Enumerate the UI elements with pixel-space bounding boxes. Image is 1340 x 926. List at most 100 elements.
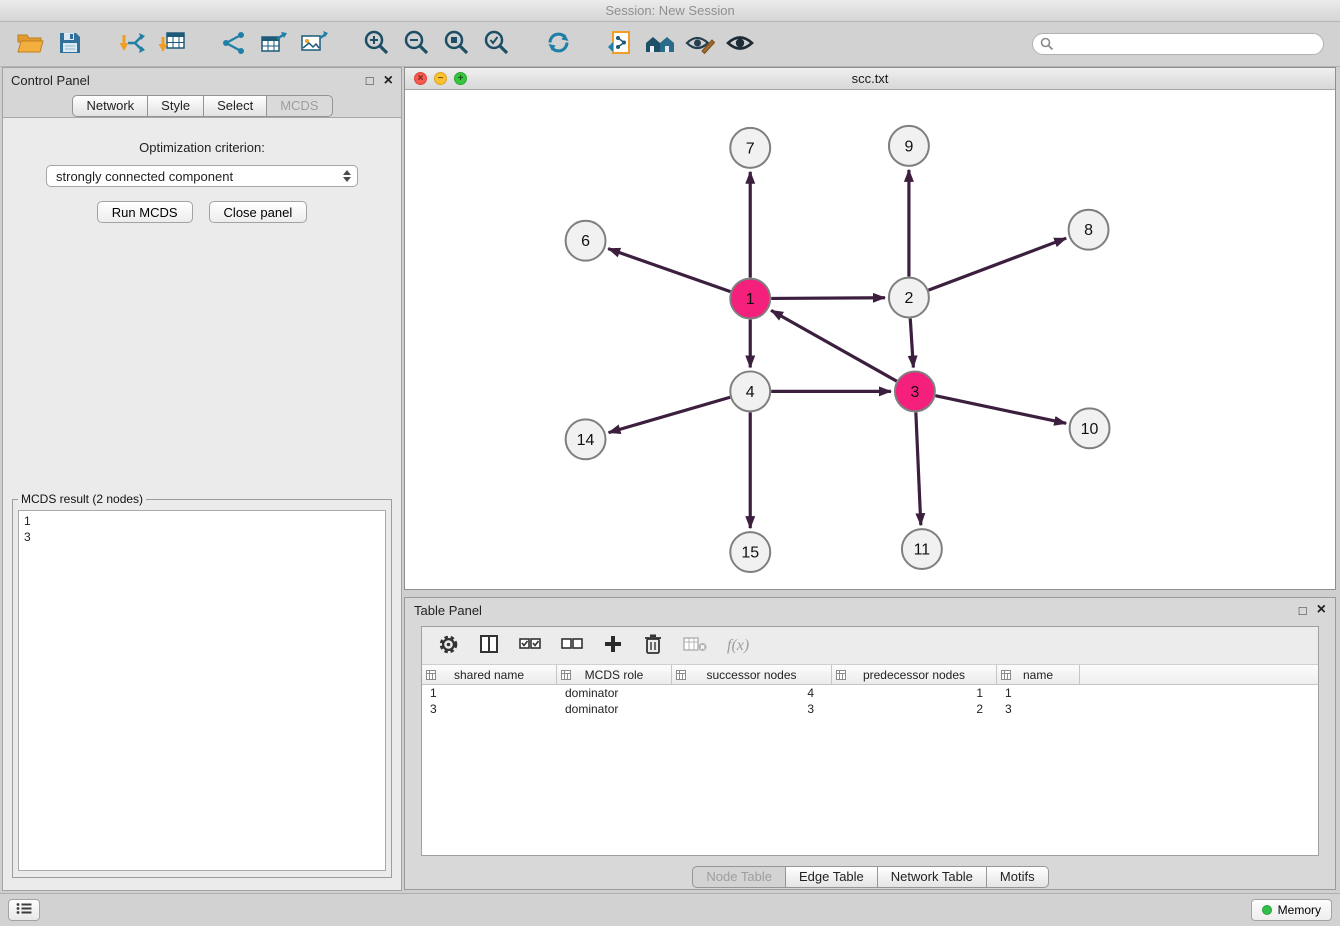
graph-edge-2-8[interactable] (929, 238, 1067, 290)
zoom-selected-button[interactable] (476, 25, 516, 63)
network-graph[interactable]: 7 9 6 8 1 2 4 3 14 10 15 11 (405, 90, 1335, 589)
export-network-button[interactable] (214, 25, 254, 63)
graph-edge-2-3[interactable] (910, 318, 913, 367)
table-panel: Table Panel □ × f(x) shared nameMCDS rol (404, 597, 1336, 890)
graph-node-9[interactable]: 9 (889, 126, 929, 166)
export-table-button[interactable] (254, 25, 294, 63)
zoom-fit-button[interactable] (436, 25, 476, 63)
main-toolbar (0, 22, 1340, 67)
graph-node-4[interactable]: 4 (730, 371, 770, 411)
table-panel-header: Table Panel □ × (405, 598, 1335, 622)
column-header-predecessor-nodes[interactable]: predecessor nodes (832, 665, 997, 684)
unselect-all-columns-button[interactable] (561, 636, 583, 655)
tab-motifs[interactable]: Motifs (986, 866, 1049, 888)
graph-edge-1-6[interactable] (608, 249, 730, 292)
tab-style[interactable]: Style (147, 95, 204, 117)
graph-edge-1-2[interactable] (771, 298, 885, 299)
mcds-result-item[interactable]: 3 (24, 529, 380, 545)
table-cell: dominator (557, 686, 672, 700)
run-mcds-button[interactable]: Run MCDS (97, 201, 193, 223)
save-session-button[interactable] (50, 25, 90, 63)
table-header-row: shared name MCDS role successor nodes prede… (422, 665, 1318, 685)
criterion-select[interactable]: strongly connected component (46, 165, 358, 187)
tab-network[interactable]: Network (72, 95, 148, 117)
checked-boxes-icon (519, 636, 541, 655)
open-session-button[interactable] (10, 25, 50, 63)
image-export-arrow-icon (300, 30, 328, 59)
network-window: × − + scc.txt 7968124314101511 (404, 67, 1336, 590)
table-settings-button[interactable] (438, 634, 459, 658)
graph-node-6[interactable]: 6 (566, 221, 606, 261)
graph-node-11[interactable]: 11 (902, 529, 942, 569)
graph-node-7[interactable]: 7 (730, 128, 770, 168)
panel-menu-button[interactable] (8, 899, 40, 921)
create-column-button[interactable] (603, 634, 623, 657)
column-header-successor-nodes[interactable]: successor nodes (672, 665, 832, 684)
zoom-out-button[interactable] (396, 25, 436, 63)
import-network-button[interactable] (112, 25, 152, 63)
zoom-in-button[interactable] (356, 25, 396, 63)
eye-pencil-icon (685, 31, 715, 58)
graph-node-8[interactable]: 8 (1069, 210, 1109, 250)
first-neighbors-button[interactable] (640, 25, 680, 63)
delete-columns-button[interactable] (643, 633, 663, 658)
memory-status-icon (1262, 905, 1272, 915)
tab-node-table[interactable]: Node Table (692, 866, 786, 888)
function-builder-button: f(x) (727, 637, 749, 655)
select-all-columns-button[interactable] (519, 636, 541, 655)
graph-node-2[interactable]: 2 (889, 278, 929, 318)
graph-node-14[interactable]: 14 (566, 419, 606, 459)
graph-node-1[interactable]: 1 (730, 279, 770, 319)
float-panel-icon[interactable]: □ (366, 74, 374, 87)
tab-edge-table[interactable]: Edge Table (785, 866, 878, 888)
show-columns-button[interactable] (479, 634, 499, 657)
memory-button[interactable]: Memory (1251, 899, 1332, 921)
column-header-shared-name[interactable]: shared name (422, 665, 557, 684)
optimization-criterion-label: Optimization criterion: (3, 140, 401, 155)
network-from-selection-button[interactable] (600, 25, 640, 63)
table-cell: 1 (422, 686, 557, 700)
column-header-label: successor nodes (706, 668, 796, 682)
graph-node-15[interactable]: 15 (730, 532, 770, 572)
tab-mcds[interactable]: MCDS (266, 95, 332, 117)
show-graphics-details-button[interactable] (720, 25, 760, 63)
tab-select[interactable]: Select (203, 95, 267, 117)
column-header-mcds-role[interactable]: MCDS role (557, 665, 672, 684)
float-table-panel-icon[interactable]: □ (1299, 604, 1307, 617)
graph-edge-3-1[interactable] (771, 310, 897, 381)
table-export-arrow-icon (260, 30, 288, 59)
graph-edge-3-10[interactable] (935, 396, 1066, 424)
close-window-button[interactable]: × (414, 72, 427, 85)
minimize-window-button[interactable]: − (434, 72, 447, 85)
column-header-name[interactable]: name (997, 665, 1080, 684)
show-hide-graphics-button[interactable] (680, 25, 720, 63)
column-grid-icon (1001, 669, 1011, 683)
export-image-button[interactable] (294, 25, 334, 63)
svg-text:11: 11 (914, 542, 931, 559)
table-delete-icon (683, 635, 707, 656)
graph-edge-3-11[interactable] (916, 412, 921, 525)
refresh-button[interactable] (538, 25, 578, 63)
network-canvas[interactable]: 7 9 6 8 1 2 4 3 14 10 15 11 (405, 90, 1335, 589)
close-panel-button[interactable]: Close panel (209, 201, 308, 223)
search-input[interactable] (1032, 33, 1324, 55)
mcds-result-item[interactable]: 1 (24, 513, 380, 529)
table-cell: 1 (832, 686, 997, 700)
eye-icon (725, 31, 755, 58)
table-cell: dominator (557, 702, 672, 716)
table-tabs: Node TableEdge TableNetwork TableMotifs (405, 866, 1335, 888)
close-panel-icon[interactable]: × (384, 73, 393, 89)
document-network-icon (607, 30, 633, 59)
close-table-panel-icon[interactable]: × (1317, 602, 1326, 618)
unchecked-boxes-icon (561, 636, 583, 655)
graph-node-3[interactable]: 3 (895, 371, 935, 411)
maximize-window-button[interactable]: + (454, 72, 467, 85)
table-row[interactable]: 1dominator411 (422, 685, 1318, 701)
column-header-label: shared name (454, 668, 524, 682)
table-row[interactable]: 3dominator323 (422, 701, 1318, 717)
column-header-label: name (1023, 668, 1053, 682)
import-table-button[interactable] (152, 25, 192, 63)
graph-node-10[interactable]: 10 (1070, 408, 1110, 448)
tab-network-table[interactable]: Network Table (877, 866, 987, 888)
graph-edge-4-14[interactable] (609, 397, 731, 432)
